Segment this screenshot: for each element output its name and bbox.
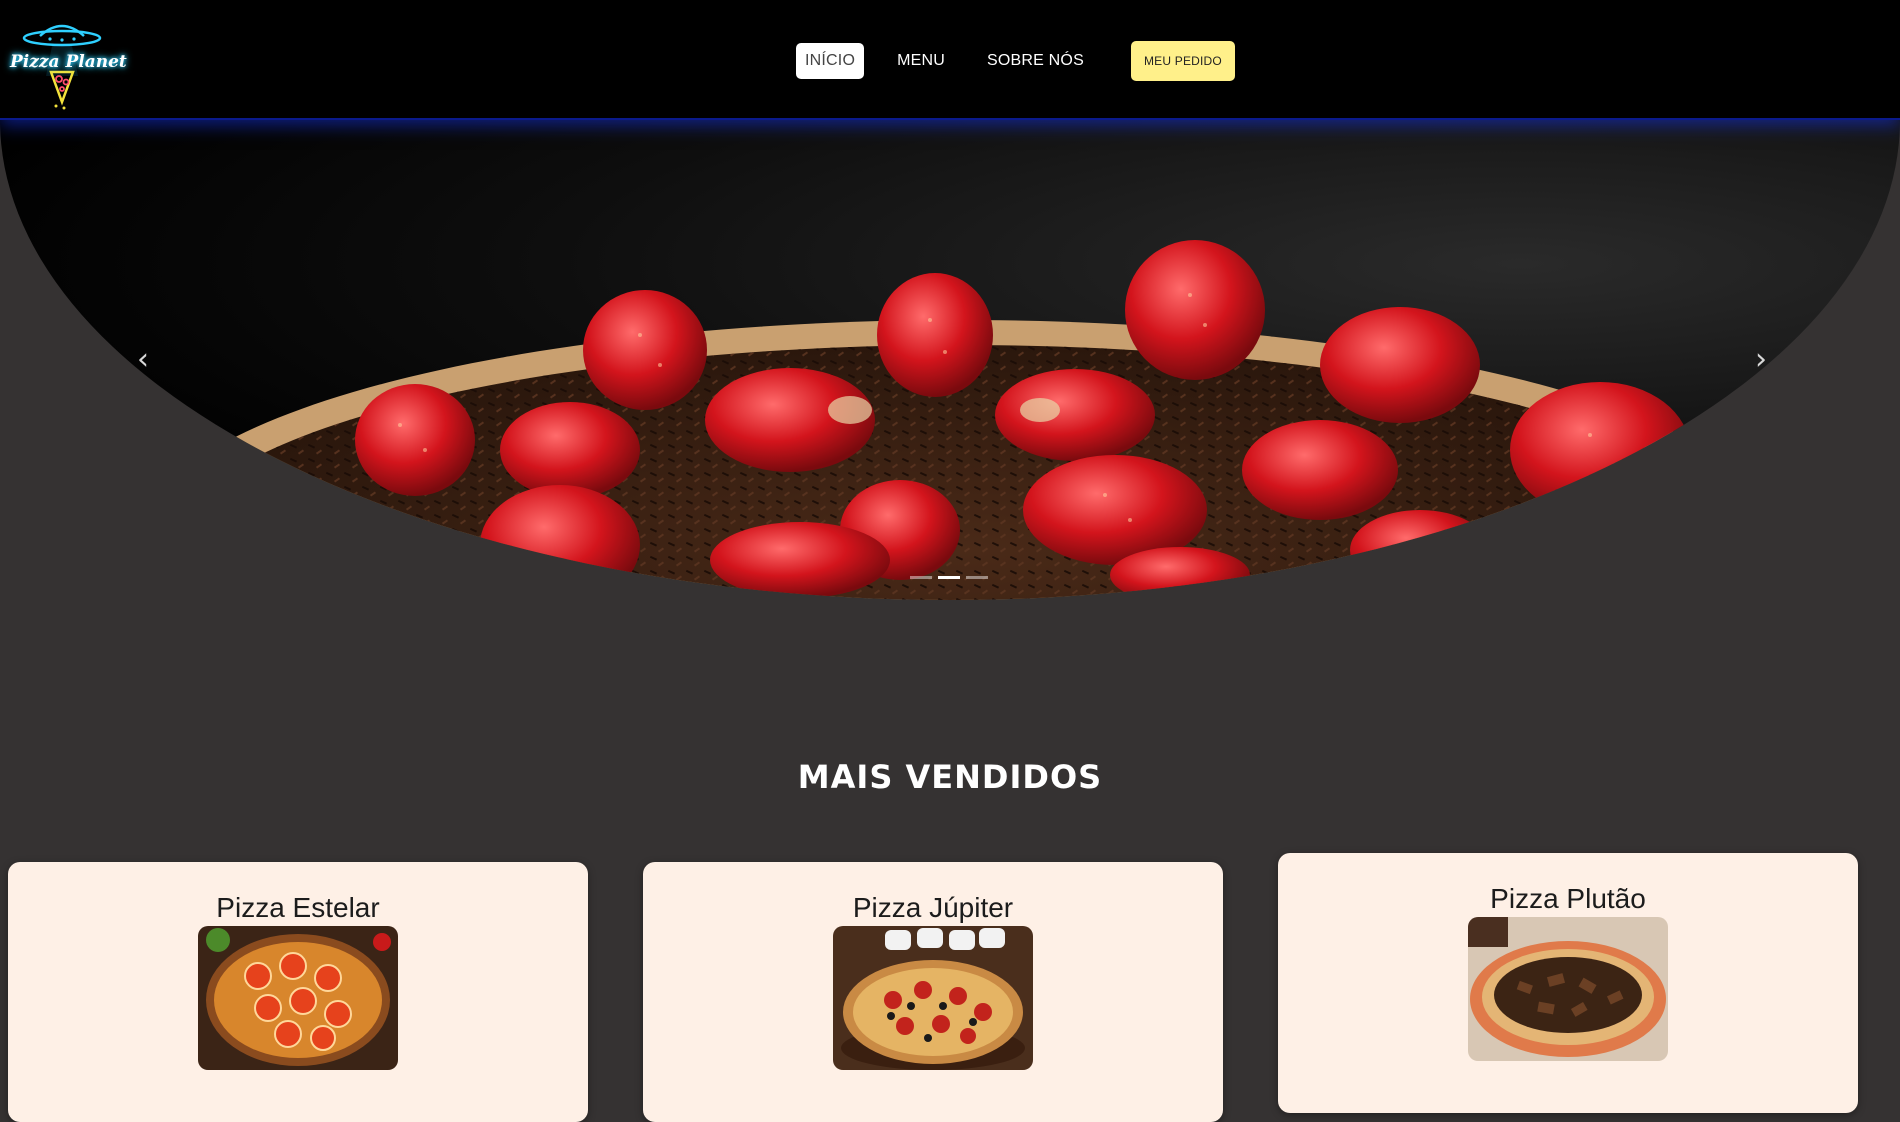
product-name: Pizza Plutão	[1490, 883, 1646, 914]
product-card-plutao[interactable]: Pizza Plutão	[1278, 853, 1858, 1113]
chevron-right-icon: ›	[1755, 342, 1767, 377]
carousel-indicator-active[interactable]	[938, 576, 960, 579]
chevron-left-icon: ‹	[137, 342, 149, 377]
carousel-indicator[interactable]	[966, 576, 988, 579]
brand-name: Pizza Planet	[10, 52, 127, 72]
brand-logo[interactable]: Pizza Planet	[6, 16, 127, 112]
product-card-jupiter[interactable]: Pizza Júpiter	[643, 862, 1223, 1122]
section-title-best-sellers: MAIS VENDIDOS	[797, 758, 1103, 796]
main-nav: INÍCIO MENU SOBRE NÓS MEU PEDIDO	[796, 41, 1235, 81]
carousel-prev-button[interactable]: ‹	[128, 345, 158, 375]
carousel-indicators	[910, 576, 988, 579]
hero-carousel: ‹ ›	[0, 120, 1900, 600]
nav-item-menu[interactable]: MENU	[888, 43, 954, 79]
product-name: Pizza Júpiter	[852, 892, 1014, 923]
carousel-indicator[interactable]	[910, 576, 932, 579]
strawberry-chocolate-pizza-image	[140, 240, 1780, 600]
tomato-pizza-image	[198, 926, 398, 1070]
product-name: Pizza Estelar	[216, 892, 380, 923]
my-order-button[interactable]: MEU PEDIDO	[1130, 41, 1235, 81]
carousel-next-button[interactable]: ›	[1746, 345, 1776, 375]
top-navbar: Pizza Planet INÍCIO MENU SOBRE NÓS MEU P…	[0, 0, 1900, 120]
product-card-estelar[interactable]: Pizza Estelar	[8, 862, 588, 1122]
pepperoni-olive-pizza-image	[833, 926, 1033, 1070]
chocolate-pizza-image	[1468, 917, 1668, 1061]
nav-item-inicio[interactable]: INÍCIO	[796, 43, 865, 79]
nav-item-sobre-nos[interactable]: SOBRE NÓS	[978, 43, 1093, 79]
